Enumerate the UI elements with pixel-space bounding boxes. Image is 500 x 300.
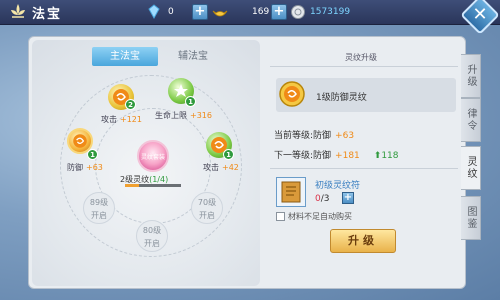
node-level-badge: 1 (185, 96, 196, 107)
rune-talisman-icon[interactable] (276, 177, 306, 207)
page-title: 法宝 (32, 6, 63, 22)
gold-resource: 169 (212, 4, 269, 20)
auto-buy-label: 材料不足自动购买 (288, 212, 352, 221)
side-tab-codex[interactable]: 图鉴 (461, 196, 481, 240)
silver-resource: 1573199 (290, 4, 350, 20)
tab-sub-treasure[interactable]: 辅法宝 (160, 47, 226, 66)
close-button[interactable]: ✕ (460, 0, 500, 35)
selected-rune-name: 1级防御灵纹 (316, 93, 367, 103)
divider (270, 168, 458, 169)
gold-ingot-icon (212, 10, 228, 17)
rune-set-orb-text: 灵纹套装 (140, 154, 165, 161)
side-tab-upgrade[interactable]: 升级 (461, 54, 481, 98)
node-label-attack-top: 攻击 +121 (101, 115, 142, 124)
rune-swirl-icon (73, 134, 87, 148)
upgrade-button[interactable]: 升级 (330, 229, 396, 253)
silver-coin-icon (291, 5, 305, 19)
selected-rune-icon (278, 80, 306, 108)
lotus-icon (11, 4, 25, 18)
node-level-badge: 1 (223, 149, 234, 160)
next-level-stat: 下一等级:防御 +181 ⬆118 (274, 151, 399, 161)
section-title: 灵纹升级 (345, 53, 377, 62)
silver-value: 1573199 (310, 7, 351, 17)
diamond-value: 0 (168, 7, 174, 17)
tab-main-treasure[interactable]: 主法宝 (92, 47, 158, 66)
diamond-plus-button[interactable]: + (192, 4, 208, 20)
divider (270, 66, 458, 67)
item-count: 0/3 (315, 194, 330, 204)
diamond-icon (148, 4, 160, 20)
locked-slot-89[interactable]: 89级 开启 (83, 192, 115, 224)
close-icon: ✕ (472, 4, 488, 26)
locked-slot-70[interactable]: 70级 开启 (191, 192, 223, 224)
diamond-resource: 0 (146, 4, 174, 20)
node-label-hp: 生命上限 +316 (155, 111, 212, 120)
gold-plus-button[interactable]: + (271, 4, 287, 20)
locked-slot-80[interactable]: 80级 开启 (136, 220, 168, 252)
side-tab-rune[interactable]: 灵纹 (461, 146, 481, 190)
rune-set-progress-bar (125, 184, 181, 187)
item-plus-button[interactable]: + (342, 192, 354, 204)
node-label-defense: 防御 +63 (67, 163, 103, 172)
current-level-stat: 当前等级:防御 +63 (274, 131, 355, 141)
node-level-badge: 1 (87, 149, 98, 160)
side-tab-decree[interactable]: 律令 (461, 98, 481, 142)
auto-buy-checkbox[interactable] (276, 212, 285, 221)
top-bar: 法宝 0 + 169 + 1573199 ✕ (0, 0, 500, 35)
node-label-attack-right: 攻击 +42 (203, 163, 239, 172)
gold-value: 169 (252, 7, 270, 17)
auto-buy-option[interactable]: 材料不足自动购买 (276, 211, 352, 222)
node-level-badge: 2 (125, 99, 136, 110)
rune-set-progress-fill (125, 184, 139, 187)
item-name: 初级灵纹符 (315, 181, 361, 191)
increase-indicator: ⬆118 (373, 151, 399, 161)
title-wrap: 法宝 (8, 2, 62, 22)
